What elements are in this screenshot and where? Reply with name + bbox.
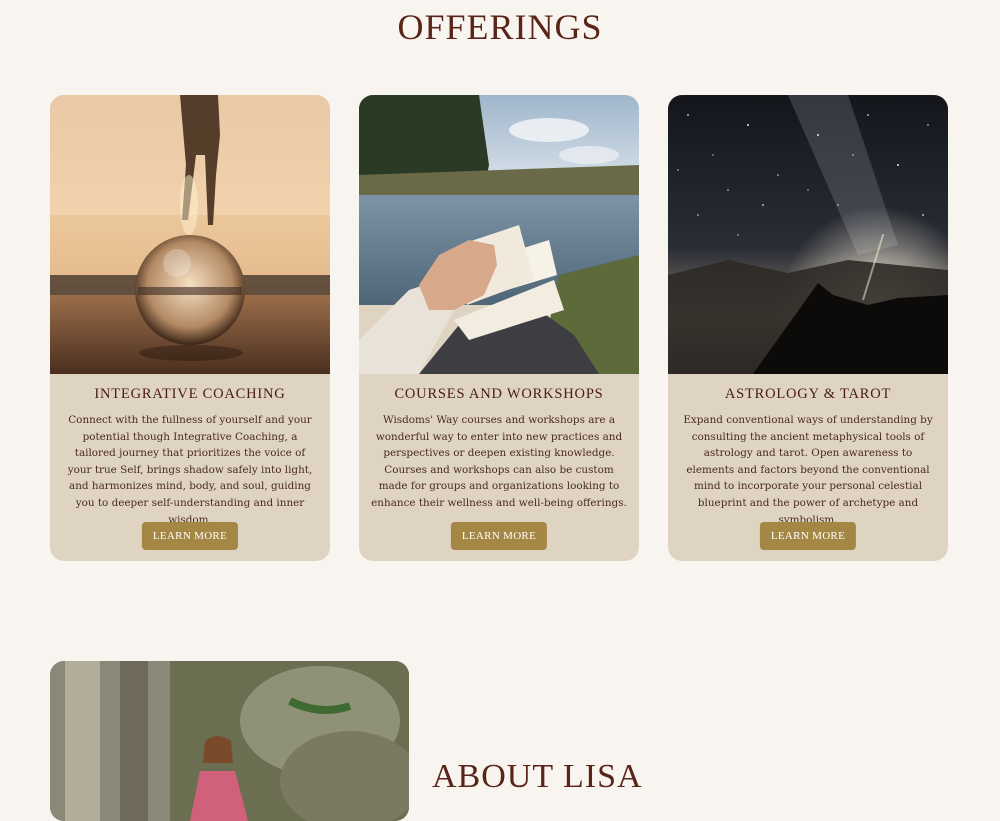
card-description: Wisdoms' Way courses and workshops are a… xyxy=(371,414,627,509)
offering-card-astrology-tarot: ASTROLOGY & TAROT Expand conventional wa… xyxy=(668,95,948,561)
journal-by-lake-image xyxy=(359,95,639,374)
offering-card-courses-workshops: COURSES AND WORKSHOPS Wisdoms' Way cours… xyxy=(359,95,639,561)
learn-more-button[interactable]: LEARN MORE xyxy=(759,522,857,550)
offerings-title: OFFERINGS xyxy=(397,7,603,47)
card-title: INTEGRATIVE COACHING xyxy=(94,386,286,402)
card-description: Expand conventional ways of understandin… xyxy=(683,414,933,526)
learn-more-button[interactable]: LEARN MORE xyxy=(141,522,239,550)
card-title: COURSES AND WORKSHOPS xyxy=(394,386,604,402)
card-description: Connect with the fullness of yourself an… xyxy=(67,414,313,526)
learn-more-button[interactable]: LEARN MORE xyxy=(450,522,548,550)
offering-card-integrative-coaching: INTEGRATIVE COACHING Connect with the fu… xyxy=(50,95,330,561)
lisa-in-forest-image xyxy=(50,661,409,821)
about-lisa-photo xyxy=(50,661,409,821)
card-title: ASTROLOGY & TAROT xyxy=(724,386,892,402)
about-title: ABOUT LISA xyxy=(432,758,643,795)
milky-way-mountain-image xyxy=(668,95,948,374)
offerings-cards: INTEGRATIVE COACHING Connect with the fu… xyxy=(50,95,948,561)
crystal-ball-sunset-image xyxy=(50,95,330,374)
